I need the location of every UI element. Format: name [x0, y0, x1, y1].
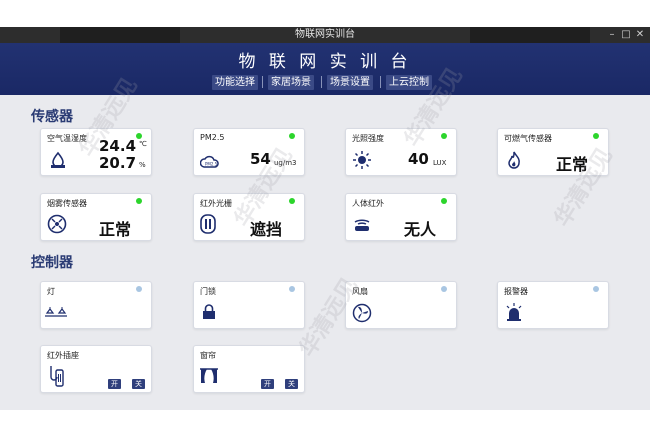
- nav-function-select[interactable]: 功能选择: [212, 75, 258, 90]
- controller-card-ir-socket: 红外插座 开 关: [40, 345, 152, 393]
- sensor-card-gas: 可燃气传感器 正常: [497, 128, 609, 176]
- curtain-off-button[interactable]: 关: [285, 379, 298, 389]
- status-led: [289, 286, 295, 292]
- infrared-grating-status: 遮挡: [250, 220, 283, 239]
- temperature-unit: ℃: [139, 140, 147, 148]
- alarm-siren-icon[interactable]: [505, 302, 523, 322]
- flame-icon: [508, 151, 520, 169]
- light-unit: LUX: [433, 159, 447, 167]
- card-label: 灯: [47, 287, 55, 296]
- app-title: 物 联 网 实 训 台: [238, 52, 412, 72]
- app-header: 物 联 网 实 训 台 功能选择 家居场景 场景设置 上云控制: [0, 43, 650, 95]
- status-led: [289, 133, 295, 139]
- card-label: 空气温湿度: [47, 134, 87, 143]
- sensor-card-infrared-grating: 红外光栅 遮挡: [193, 193, 305, 241]
- gas-status: 正常: [556, 155, 589, 174]
- lock-icon[interactable]: [202, 304, 216, 320]
- ir-socket-on-button[interactable]: 开: [108, 379, 121, 389]
- card-label: 可燃气传感器: [504, 134, 552, 143]
- ir-socket-off-button[interactable]: 关: [132, 379, 145, 389]
- status-led: [136, 198, 142, 204]
- status-led: [441, 133, 447, 139]
- status-led: [441, 198, 447, 204]
- thermometer-droplet-icon: [51, 151, 65, 168]
- status-led: [289, 198, 295, 204]
- light-value: 40: [408, 150, 429, 168]
- nav-home-scene[interactable]: 家居场景: [268, 75, 314, 90]
- card-label: 光照强度: [352, 134, 384, 143]
- human-infrared-sensor-icon: [354, 219, 370, 231]
- nav-cloud-control[interactable]: 上云控制: [386, 75, 432, 90]
- window-titlebar: 物联网实训台 – □ ✕: [0, 27, 650, 43]
- nav-separator: [262, 76, 263, 88]
- humidity-value: 20.7: [99, 154, 137, 172]
- section-title-sensors: 传感器: [31, 109, 73, 125]
- temperature-value: 24.4: [99, 137, 137, 155]
- window-title: 物联网实训台: [295, 29, 355, 40]
- card-label: 风扇: [352, 287, 368, 296]
- humidity-unit: %: [139, 161, 146, 169]
- sensor-card-human-infrared: 人体红外 无人: [345, 193, 457, 241]
- status-led: [136, 286, 142, 292]
- ceiling-lamp-icon[interactable]: [45, 307, 67, 317]
- card-label: 门锁: [200, 287, 216, 296]
- controller-card-fan[interactable]: 风扇: [345, 281, 457, 329]
- sensor-card-smoke: 烟雾传感器 正常: [40, 193, 152, 241]
- controller-card-curtain: 窗帘 开 关: [193, 345, 305, 393]
- smoke-detector-icon: [47, 214, 67, 234]
- close-icon[interactable]: ✕: [633, 28, 647, 42]
- card-label: 窗帘: [200, 351, 216, 360]
- sensor-card-temp-humidity: 空气温湿度 24.4 ℃ 20.7 %: [40, 128, 152, 176]
- nav-scene-settings[interactable]: 场景设置: [327, 75, 373, 90]
- curtain-icon: [200, 368, 218, 383]
- curtain-on-button[interactable]: 开: [261, 379, 274, 389]
- sensor-card-light: 光照强度 40 LUX: [345, 128, 457, 176]
- titlebar-strip-left: [60, 27, 180, 43]
- ir-socket-icon: [50, 366, 64, 387]
- card-label: 红外光栅: [200, 199, 232, 208]
- status-led: [136, 133, 142, 139]
- human-infrared-status: 无人: [404, 220, 437, 239]
- fan-icon[interactable]: [352, 303, 372, 323]
- section-title-controllers: 控制器: [31, 255, 73, 271]
- pm25-value: 54: [250, 150, 271, 168]
- nav-bar: 功能选择 家居场景 场景设置 上云控制: [0, 73, 650, 91]
- pm25-cloud-icon: PM2.5: [200, 155, 219, 168]
- pm25-icon-text: PM2.5: [205, 162, 218, 167]
- maximize-icon[interactable]: □: [619, 28, 633, 42]
- card-label: 人体红外: [352, 199, 384, 208]
- status-led: [593, 133, 599, 139]
- nav-separator: [380, 76, 381, 88]
- status-led: [593, 286, 599, 292]
- minimize-icon[interactable]: –: [605, 28, 619, 42]
- pm25-unit: ug/m3: [274, 159, 297, 167]
- status-led: [441, 286, 447, 292]
- main-panel: 传感器 空气温湿度 24.4 ℃ 20.7 % PM2.5 PM2.5 54 u…: [0, 64, 650, 410]
- titlebar-strip-right: [470, 27, 590, 43]
- card-label: 红外插座: [47, 351, 79, 360]
- card-label: PM2.5: [200, 133, 225, 142]
- card-label: 烟雾传感器: [47, 199, 87, 208]
- smoke-status: 正常: [99, 220, 132, 239]
- sun-icon: [353, 151, 371, 169]
- controller-card-alarm[interactable]: 报警器: [497, 281, 609, 329]
- controller-card-door-lock[interactable]: 门锁: [193, 281, 305, 329]
- card-label: 报警器: [504, 287, 528, 296]
- nav-separator: [321, 76, 322, 88]
- infrared-grating-icon: [200, 214, 216, 234]
- sensor-card-pm25: PM2.5 PM2.5 54 ug/m3: [193, 128, 305, 176]
- controller-card-lamp[interactable]: 灯: [40, 281, 152, 329]
- screen: 物联网实训台 – □ ✕ 物 联 网 实 训 台 功能选择 家居场景 场景设置 …: [0, 0, 650, 440]
